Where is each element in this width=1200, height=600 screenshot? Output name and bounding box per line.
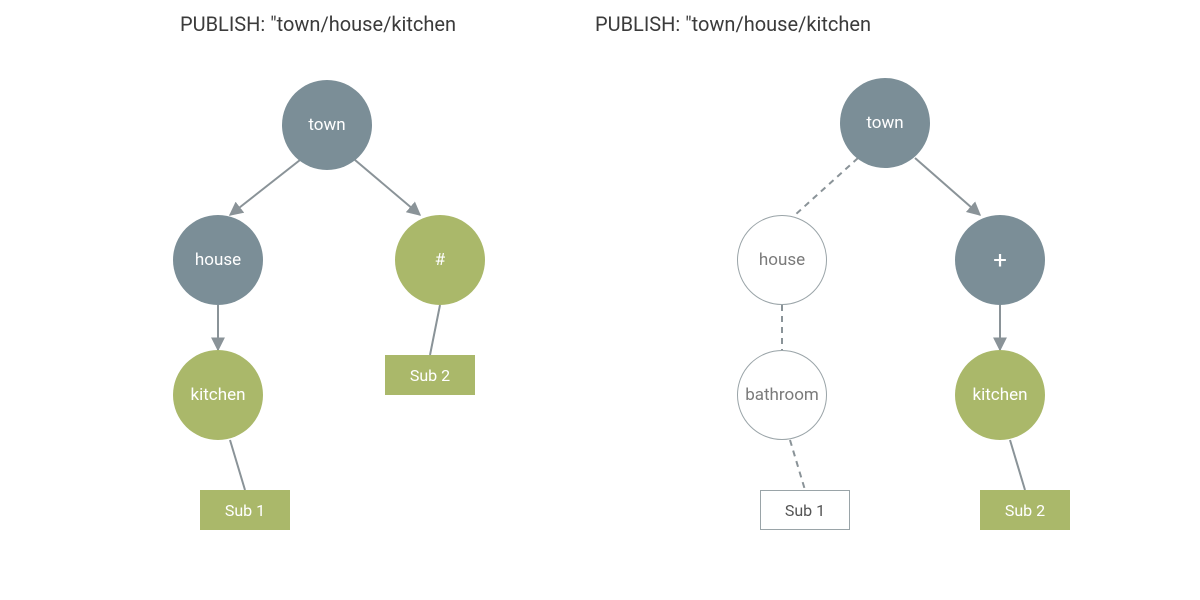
edge-right-town-house bbox=[795, 158, 858, 215]
edge-right-kitchen-sub2 bbox=[1010, 440, 1025, 490]
left-tree-title: PUBLISH: "town/house/kitchen bbox=[180, 12, 456, 36]
node-right-kitchen: kitchen bbox=[955, 350, 1045, 440]
sub-right-sub1: Sub 1 bbox=[760, 490, 850, 530]
node-right-plus: + bbox=[955, 215, 1045, 305]
node-left-kitchen: kitchen bbox=[173, 350, 263, 440]
edge-right-town-plus bbox=[915, 158, 980, 215]
node-right-house: house bbox=[737, 215, 827, 305]
node-left-hash: # bbox=[395, 215, 485, 305]
node-left-house: house bbox=[173, 215, 263, 305]
node-right-bathroom: bathroom bbox=[737, 350, 827, 440]
node-right-town: town bbox=[840, 78, 930, 168]
edge-left-kitchen-sub1 bbox=[230, 440, 245, 490]
node-left-town: town bbox=[282, 80, 372, 170]
right-tree-title: PUBLISH: "town/house/kitchen bbox=[595, 12, 871, 36]
diagram-stage: PUBLISH: "town/house/kitchen town house … bbox=[0, 0, 1200, 600]
edge-left-town-house bbox=[230, 160, 300, 215]
edge-left-hash-sub2 bbox=[430, 305, 440, 355]
sub-right-sub2: Sub 2 bbox=[980, 490, 1070, 530]
sub-left-sub1: Sub 1 bbox=[200, 490, 290, 530]
edge-left-town-hash bbox=[355, 160, 420, 215]
sub-left-sub2: Sub 2 bbox=[385, 355, 475, 395]
edge-right-bathroom-sub1 bbox=[790, 440, 805, 490]
